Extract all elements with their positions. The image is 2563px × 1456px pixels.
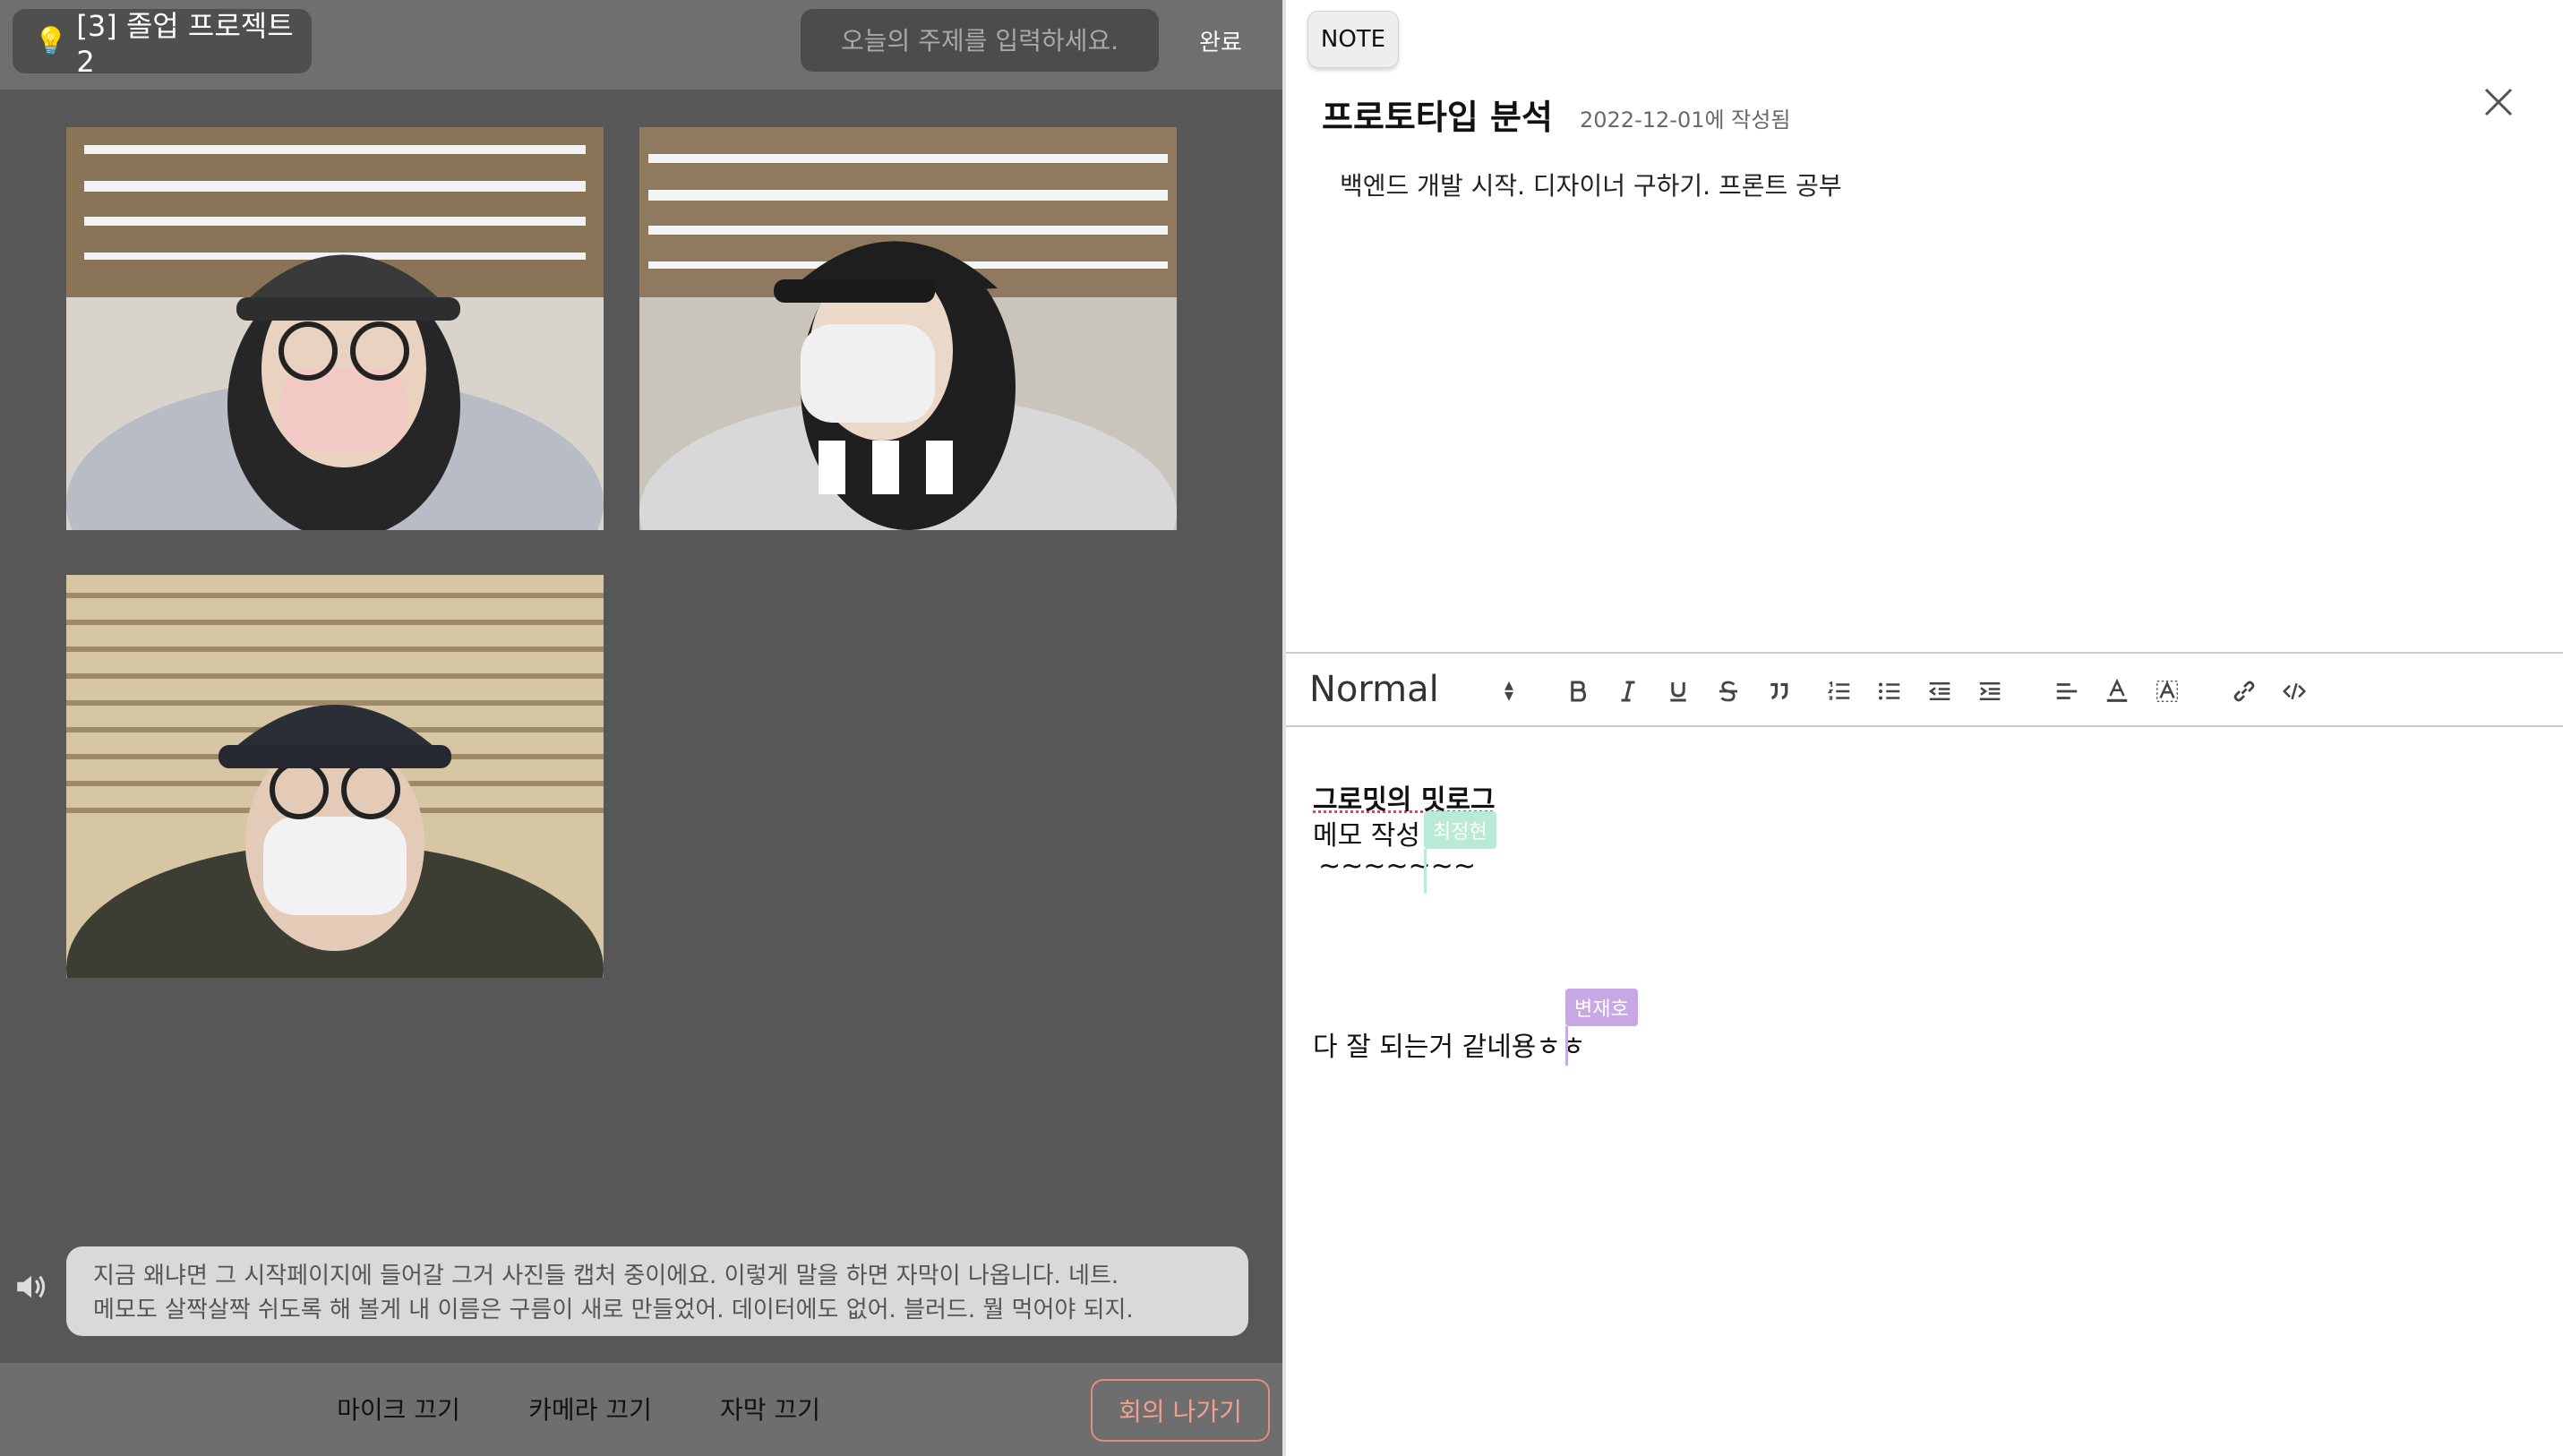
note-summary: 백엔드 개발 시작. 디자이너 구하기. 프론트 공부 xyxy=(1340,171,1842,201)
code-icon[interactable] xyxy=(2275,672,2314,711)
close-icon[interactable] xyxy=(2481,84,2516,120)
background-color-icon[interactable] xyxy=(2147,672,2187,711)
room-title: [3] 졸업 프로젝트2 xyxy=(76,9,294,79)
room-title-badge: 💡 [3] 졸업 프로젝트2 xyxy=(13,9,312,79)
bullet-list-icon[interactable] xyxy=(1870,672,1909,711)
bottom-controls: 마이크 끄기 카메라 끄기 자막 끄기 회의 나가기 xyxy=(0,1363,1282,1456)
note-tab-button[interactable]: NOTE xyxy=(1307,11,1399,68)
leave-meeting-button[interactable]: 회의 나가기 xyxy=(1091,1379,1270,1442)
underline-icon[interactable] xyxy=(1659,672,1698,711)
outdent-icon[interactable] xyxy=(1920,672,1959,711)
lightbulb-icon: 💡 xyxy=(34,25,68,57)
select-arrows-icon: ▴ ▾ xyxy=(1504,673,1513,706)
participant-video-3 xyxy=(66,575,604,978)
align-left-icon[interactable] xyxy=(2047,672,2087,711)
collaborator-cursor-tag-green: 최정현 xyxy=(1424,811,1496,849)
mic-off-button[interactable]: 마이크 끄기 xyxy=(322,1381,475,1436)
format-select[interactable]: Normal ▴ ▾ xyxy=(1299,663,1522,716)
indent-icon[interactable] xyxy=(1970,672,2010,711)
camera-off-button[interactable]: 카메라 끄기 xyxy=(514,1381,666,1436)
collaborator-cursor-green xyxy=(1424,849,1427,894)
note-date: 2022-12-01에 작성됨 xyxy=(1580,107,1791,133)
bold-icon[interactable] xyxy=(1558,672,1598,711)
note-editor[interactable]: 그로밋의 밋로그 메모 작성 최정현 ~~~~~~~ 변재호 다 잘 되는거 같… xyxy=(1286,729,2563,1456)
done-button[interactable]: 완료 xyxy=(1180,18,1261,63)
editor-toolbar: Normal ▴ ▾ xyxy=(1286,652,2563,727)
topic-input[interactable] xyxy=(801,9,1159,72)
top-bar: 💡 [3] 졸업 프로젝트2 완료 xyxy=(0,0,1282,90)
subtitle-off-button[interactable]: 자막 끄기 xyxy=(707,1381,833,1436)
note-title: 프로토타입 분석 xyxy=(1322,98,1553,137)
strikethrough-icon[interactable] xyxy=(1709,672,1748,711)
ordered-list-icon[interactable] xyxy=(1820,672,1859,711)
editor-tilde-line: ~~~~~~~ xyxy=(1318,851,1476,882)
speaker-icon xyxy=(13,1268,50,1306)
format-select-value: Normal xyxy=(1309,669,1439,710)
editor-final-line: 다 잘 되는거 같네용ㅎㅎ xyxy=(1313,1032,1586,1063)
italic-icon[interactable] xyxy=(1608,672,1648,711)
participant-video-1 xyxy=(66,127,604,530)
video-conference-panel: 💡 [3] 졸업 프로젝트2 완료 xyxy=(0,0,1282,1456)
link-icon[interactable] xyxy=(2224,672,2264,711)
subtitle-caption: 지금 왜냐면 그 시작페이지에 들어갈 그거 사진들 캡처 중이에요. 이렇게 … xyxy=(66,1246,1248,1336)
caption-line-2: 메모도 살짝살짝 쉬도록 해 볼게 내 이름은 구름이 새로 만들었어. 데이터… xyxy=(93,1297,1134,1323)
blockquote-icon[interactable] xyxy=(1759,672,1798,711)
collaborator-cursor-tag-purple: 변재호 xyxy=(1565,989,1638,1026)
text-color-icon[interactable] xyxy=(2097,672,2137,711)
collaborator-cursor-purple xyxy=(1565,1026,1568,1066)
caption-line-1: 지금 왜냐면 그 시작페이지에 들어갈 그거 사진들 캡처 중이에요. 이렇게 … xyxy=(93,1263,1119,1289)
editor-memo-line: 메모 작성 xyxy=(1313,820,1420,852)
note-panel: NOTE 프로토타입 분석 2022-12-01에 작성됨 백엔드 개발 시작.… xyxy=(1282,0,2563,1456)
participant-video-2 xyxy=(639,127,1177,530)
